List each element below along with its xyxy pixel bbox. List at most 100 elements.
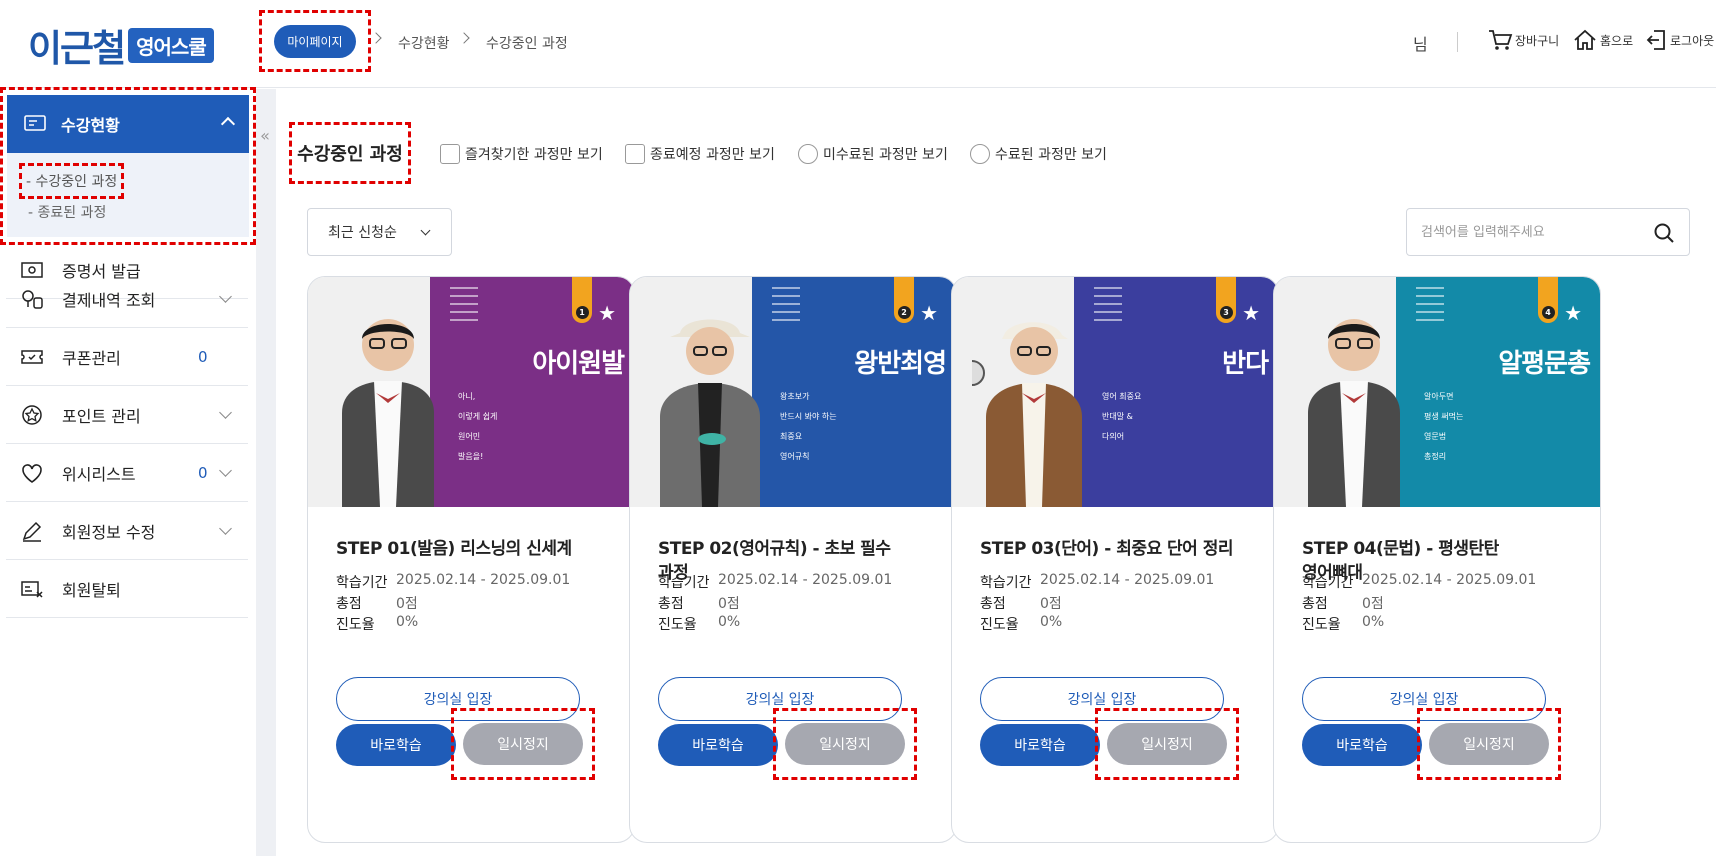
pause-highlight: 일시정지 [1417,708,1561,780]
page-title-highlight: 수강중인 과정 [289,122,411,184]
course-cover[interactable]: 1 ★ 아이원발 아니, 이렇게 쉽게 원어민 발음을! [308,277,634,507]
sidebar-item-withdraw[interactable]: 회원탈퇴 [6,560,248,618]
cover-tagline: 왕초보가 반드시 봐야 하는 최중요 영어규칙 [780,392,837,461]
home-link[interactable]: 홈으로 [1572,28,1633,52]
logo-text: 이근철 [28,27,126,70]
course-card: 4 ★ 알평문총 알아두면 평생 써먹는 영문법 총정리 STEP 04(문법) -… [1273,276,1601,843]
breadcrumb-chevron-icon [458,32,470,44]
point-icon [20,403,44,427]
sidebar-item-edit-profile[interactable]: 회원정보 수정 [6,502,248,560]
sidebar-item-enrollment[interactable]: 수강현황 [7,95,249,153]
search-icon[interactable] [1653,222,1675,244]
pause-highlight: 일시정지 [451,708,595,780]
filter-completed[interactable]: 수료된 과정만 보기 [970,144,1107,164]
pause-button[interactable]: 일시정지 [785,723,905,765]
filter-ending-soon[interactable]: 종료예정 과정만 보기 [625,144,775,164]
course-cover[interactable]: 2 ★ 왕반최영 왕초보가 반드시 봐야 하는 최중요 영어규칙 [630,277,956,507]
cover-title: 반다 [1222,349,1269,379]
content-background [256,89,276,856]
cover-title: 왕반최영 [854,349,947,379]
step-badge: 4 [1538,277,1558,323]
header: 이근철 영어스쿨 마이페이지 수강현황 수강중인 과정 님 장바구니 홈으로 로… [0,0,1716,88]
course-title[interactable]: STEP 03(단어) - 최중요 단어 정리 [980,537,1250,561]
filter-ending-soon-checkbox[interactable] [625,144,645,164]
coupon-icon [20,345,44,369]
filter-incomplete[interactable]: 미수료된 과정만 보기 [798,144,948,164]
sidebar-item-coupons[interactable]: 쿠폰관리 0 [6,328,248,386]
cart-link[interactable]: 장바구니 [1487,28,1559,52]
pause-button[interactable]: 일시정지 [1429,723,1549,765]
filter-incomplete-radio[interactable] [798,144,818,164]
sidebar-item-wishlist[interactable]: 위시리스트 0 [6,444,248,502]
logout-link[interactable]: 로그아웃 [1646,28,1714,52]
course-period: 학습기간 2025.02.14 - 2025.09.01 [1302,572,1537,591]
payment-icon [20,287,44,311]
sidebar-item-label: 포인트 관리 [62,406,141,426]
submenu-item-current-courses[interactable]: - 수강중인 과정 [18,163,125,199]
course-period: 학습기간 2025.02.14 - 2025.09.01 [980,572,1215,591]
cover-tagline: 영어 최중요 반대말 & 다의어 [1102,392,1142,441]
sidebar: 수강현황 - 수강중인 과정 - 종료된 과정 증명서 발급 결제내역 조회 쿠… [0,87,256,856]
breadcrumb-enrollment[interactable]: 수강현황 [398,33,450,53]
withdraw-icon [20,577,44,601]
main-content: 수강중인 과정 즐겨찾기한 과정만 보기 종료예정 과정만 보기 미수료된 과정… [276,107,1716,856]
instructor-photo [1308,319,1400,507]
instructor-photo [342,319,434,507]
filter-label: 종료예정 과정만 보기 [650,147,775,163]
study-now-button[interactable]: 바로학습 [980,724,1100,766]
breadcrumb-current: 수강중인 과정 [486,36,568,52]
favorite-star-icon[interactable]: ★ [1564,303,1582,323]
sidebar-item-label: 수강현황 [61,116,120,135]
monitor-icon [24,115,46,131]
step-badge: 3 [1216,277,1236,323]
breadcrumb-mypage-highlight: 마이페이지 [259,10,371,72]
pause-button[interactable]: 일시정지 [1107,723,1227,765]
filter-favorites-checkbox[interactable] [440,144,460,164]
breadcrumb-mypage[interactable]: 마이페이지 [274,24,356,58]
search-box [1406,208,1690,256]
search-input[interactable] [1421,224,1641,240]
logo-badge: 영어스쿨 [128,27,214,63]
study-now-button[interactable]: 바로학습 [336,724,456,766]
favorite-star-icon[interactable]: ★ [598,303,616,323]
logout-icon [1646,30,1665,50]
site-logo[interactable]: 이근철 영어스쿨 [28,18,214,72]
course-score: 총점 0점 [1302,596,1384,612]
filter-favorites[interactable]: 즐겨찾기한 과정만 보기 [440,144,603,164]
coupon-count: 0 [198,347,208,366]
chevron-down-icon [219,522,232,535]
favorite-star-icon[interactable]: ★ [1242,303,1260,323]
instructor-photo [660,319,760,507]
sidebar-item-payments[interactable]: 결제내역 조회 [6,270,248,328]
sidebar-collapse-icon[interactable]: « [256,110,274,160]
home-label: 홈으로 [1600,33,1634,48]
chevron-up-icon[interactable] [220,116,236,132]
submenu-item-ended-courses[interactable]: - 종료된 과정 [28,202,106,222]
step-badge: 2 [894,277,914,323]
filter-label: 즐겨찾기한 과정만 보기 [465,147,603,163]
filter-completed-radio[interactable] [970,144,990,164]
wishlist-count: 0 [198,463,208,482]
study-now-button[interactable]: 바로학습 [658,724,778,766]
course-progress: 진도율 0% [658,614,741,633]
course-cover[interactable]: 4 ★ 알평문총 알아두면 평생 써먹는 영문법 총정리 [1274,277,1600,507]
course-card: 2 ★ 왕반최영 왕초보가 반드시 봐야 하는 최중요 영어규칙 STEP 02(영… [629,276,957,843]
pause-button[interactable]: 일시정지 [463,723,583,765]
study-now-button[interactable]: 바로학습 [1302,724,1422,766]
sidebar-item-label: 회원탈퇴 [62,580,121,600]
cover-title: 아이원발 [532,349,625,379]
course-title[interactable]: STEP 01(발음) 리스닝의 신세계 [336,537,606,561]
sidebar-item-points[interactable]: 포인트 관리 [6,386,248,444]
cover-title: 알평문총 [1498,349,1591,379]
pause-highlight: 일시정지 [773,708,917,780]
sort-select[interactable]: 최근 신청순 [307,208,452,256]
logout-label: 로그아웃 [1670,33,1715,48]
course-cover[interactable]: 3 ★ 반다 영어 최중요 반대말 & 다의어 [952,277,1278,507]
cart-label: 장바구니 [1515,33,1560,48]
sidebar-group-enrollment: 수강현황 - 수강중인 과정 - 종료된 과정 [0,87,256,245]
home-icon [1574,29,1596,50]
course-progress: 진도율 0% [336,614,419,633]
favorite-star-icon[interactable]: ★ [920,303,938,323]
cover-tagline: 알아두면 평생 써먹는 영문법 총정리 [1424,392,1464,461]
sidebar-item-label: 회원정보 수정 [62,522,156,542]
